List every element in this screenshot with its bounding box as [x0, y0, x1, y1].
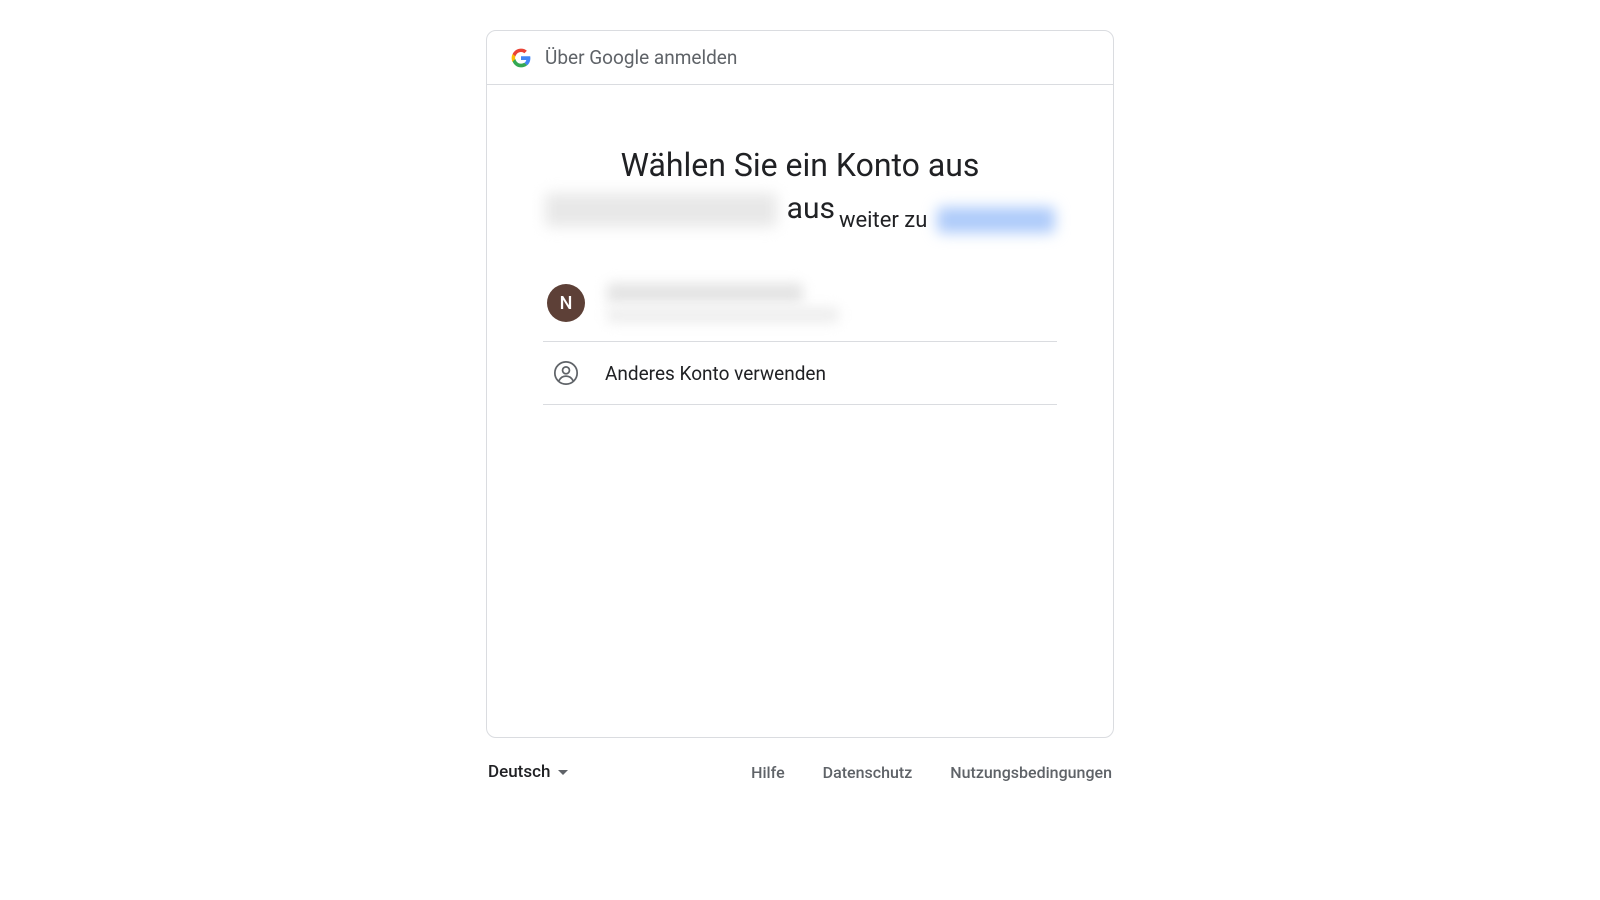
signin-card: Über Google anmelden Wählen Sie ein Kont…: [486, 30, 1114, 738]
redacted-account-name: [607, 283, 803, 303]
account-text: [607, 283, 839, 323]
account-row[interactable]: N: [543, 277, 1057, 342]
redacted-app-name: [937, 207, 1055, 233]
privacy-link[interactable]: Datenschutz: [823, 763, 913, 782]
terms-link[interactable]: Nutzungsbedingungen: [950, 763, 1112, 782]
continue-to-prefix: weiter zu: [839, 208, 927, 233]
avatar: N: [547, 284, 585, 322]
help-link[interactable]: Hilfe: [751, 763, 785, 782]
avatar-initial: N: [560, 293, 573, 314]
google-logo-icon: [511, 48, 531, 68]
use-other-account-row[interactable]: Anderes Konto verwenden: [543, 342, 1057, 405]
page-subtitle-suffix: aus: [787, 189, 835, 230]
use-other-account-label: Anderes Konto verwenden: [605, 362, 826, 385]
page: Über Google anmelden Wählen Sie ein Kont…: [0, 0, 1600, 900]
person-icon: [553, 360, 579, 386]
redacted-domain: [545, 193, 777, 227]
continue-to-line: weiter zu: [839, 207, 1055, 233]
language-select[interactable]: Deutsch: [488, 762, 568, 782]
card-header: Über Google anmelden: [487, 31, 1113, 85]
chevron-down-icon: [558, 770, 568, 775]
page-title: Wählen Sie ein Konto aus: [543, 145, 1057, 185]
account-list: N Anderes Konto ver: [543, 277, 1057, 405]
header-title: Über Google anmelden: [545, 46, 737, 69]
heading-block: Wählen Sie ein Konto aus aus weiter zu: [543, 145, 1057, 233]
language-label: Deutsch: [488, 762, 550, 782]
footer-links: Hilfe Datenschutz Nutzungsbedingungen: [751, 763, 1112, 782]
card-body: Wählen Sie ein Konto aus aus weiter zu N: [487, 85, 1113, 737]
footer: Deutsch Hilfe Datenschutz Nutzungsbeding…: [486, 762, 1114, 810]
page-subtitle: aus: [545, 189, 835, 230]
redacted-account-email: [607, 307, 839, 323]
